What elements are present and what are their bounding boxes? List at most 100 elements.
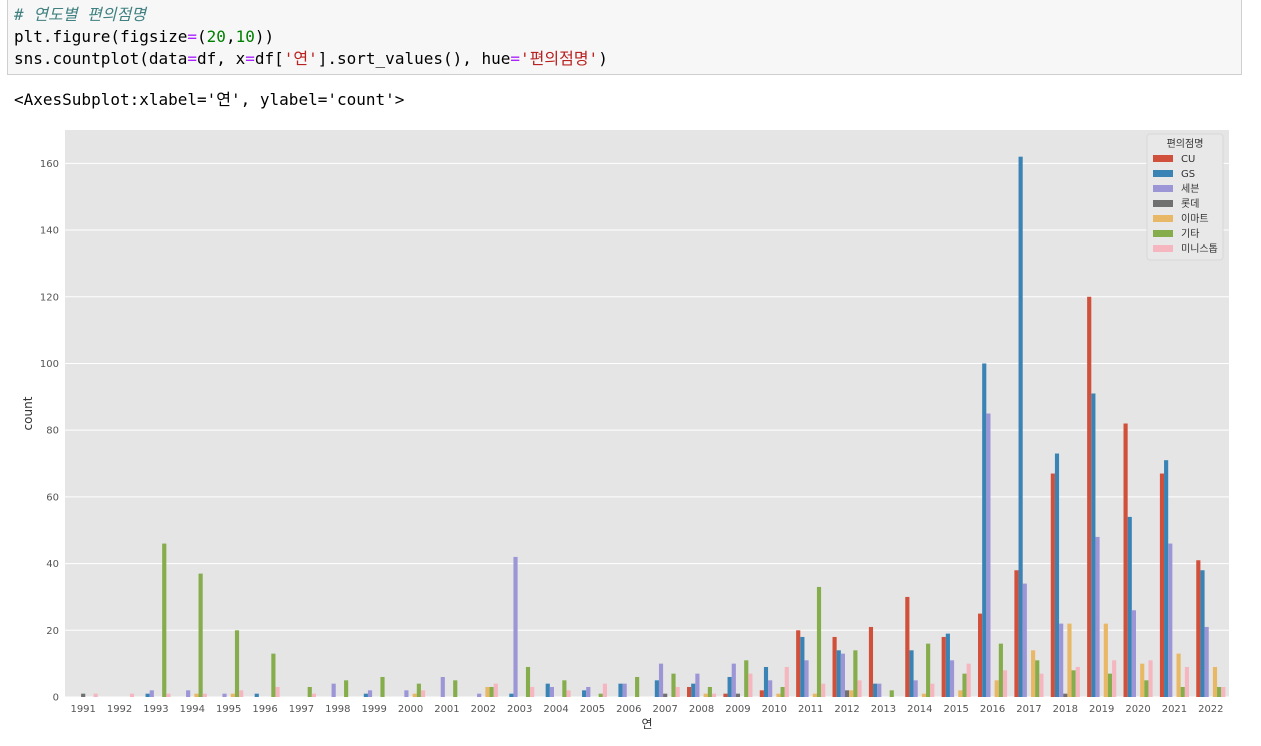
bar-세븐-2009 xyxy=(731,663,736,697)
bar-세븐-2017 xyxy=(1022,583,1027,697)
bar-GS-2007 xyxy=(654,680,659,697)
bar-미니스톱-2005 xyxy=(602,683,607,697)
legend-label-미니스톱: 미니스톱 xyxy=(1181,243,1218,255)
y-tick-label: 140 xyxy=(40,226,59,237)
bar-세븐-2011 xyxy=(804,660,809,697)
y-tick-label: 40 xyxy=(46,559,59,570)
bar-CU-2017 xyxy=(1014,570,1019,697)
code-line-figure: plt.figure(figsize=(20,10)) xyxy=(14,27,275,46)
bar-이마트-2021 xyxy=(1176,653,1181,697)
bar-CU-2009 xyxy=(723,693,728,697)
bar-기타-2005 xyxy=(598,693,603,697)
legend-title: 편의점명 xyxy=(1167,138,1204,150)
bar-CU-2008 xyxy=(687,686,692,697)
legend-label-세븐: 세븐 xyxy=(1181,183,1199,195)
x-tick-label: 1994 xyxy=(180,704,205,715)
y-tick-label: 0 xyxy=(53,693,59,704)
bar-세븐-2021 xyxy=(1168,543,1173,697)
legend-swatch-이마트 xyxy=(1153,215,1173,222)
bar-GS-2008 xyxy=(691,683,696,697)
bar-이마트-2016 xyxy=(994,680,999,697)
x-tick-label: 2015 xyxy=(943,704,968,715)
bar-롯데-2007 xyxy=(663,693,668,697)
bar-GS-2003 xyxy=(509,693,514,697)
bar-세븐-2022 xyxy=(1204,626,1209,697)
y-tick-label: 100 xyxy=(40,359,59,370)
bar-세븐-1993 xyxy=(149,690,154,697)
x-tick-label: 2004 xyxy=(543,704,568,715)
bar-이마트-2012 xyxy=(849,690,854,697)
bar-기타-1996 xyxy=(271,653,276,697)
bar-미니스톱-2008 xyxy=(711,693,717,697)
bar-기타-1997 xyxy=(307,686,312,697)
bar-기타-2008 xyxy=(707,686,712,697)
bar-기타-1993 xyxy=(162,543,167,697)
bar-기타-2019 xyxy=(1107,673,1113,697)
bar-기타-2001 xyxy=(453,680,458,697)
y-axis-label: count xyxy=(21,396,35,430)
x-tick-label: 1993 xyxy=(143,704,168,715)
bar-GS-2022 xyxy=(1200,570,1205,697)
bar-이마트-2011 xyxy=(812,693,817,697)
bar-미니스톱-2002 xyxy=(493,683,498,697)
output-text: <AxesSubplot:xlabel='연', ylabel='count'> xyxy=(14,90,405,109)
x-tick-label: 2012 xyxy=(834,704,859,715)
bar-세븐-2010 xyxy=(768,680,773,697)
bar-GS-2004 xyxy=(545,683,550,697)
bar-기타-2007 xyxy=(671,673,676,697)
bar-기타-2013 xyxy=(889,690,894,697)
bar-세븐-2019 xyxy=(1095,536,1100,697)
legend-swatch-GS xyxy=(1153,170,1173,177)
bar-롯데-2012 xyxy=(844,690,850,697)
bar-CU-2019 xyxy=(1087,296,1092,697)
bar-CU-2013 xyxy=(868,626,874,697)
bar-GS-2010 xyxy=(763,666,769,697)
x-tick-label: 2011 xyxy=(798,704,823,715)
bar-기타-2021 xyxy=(1180,686,1185,697)
bar-롯데-1991 xyxy=(81,693,86,697)
x-tick-label: 1991 xyxy=(70,704,95,715)
bar-CU-2016 xyxy=(978,613,983,697)
legend-label-롯데: 롯데 xyxy=(1181,198,1199,210)
bar-세븐-2002 xyxy=(477,693,482,697)
y-ticks: 0 20 40 60 80 100 120 140 160 xyxy=(40,159,59,704)
bar-세븐-2013 xyxy=(877,683,882,697)
bar-이마트-1995 xyxy=(230,693,235,697)
legend-swatch-CU xyxy=(1153,155,1173,162)
legend-swatch-롯데 xyxy=(1153,200,1173,207)
bar-미니스톱-1993 xyxy=(166,693,171,697)
bar-이마트-2014 xyxy=(921,693,927,697)
code-cell[interactable]: # 연도별 편의점명 plt.figure(figsize=(20,10)) s… xyxy=(7,0,1242,75)
countplot-chart: 020406080100120140160 1991 1992 1993 1994 19… xyxy=(21,130,1229,731)
bar-CU-2022 xyxy=(1196,560,1201,697)
bar-GS-2016 xyxy=(982,363,987,697)
legend: 편의점명 CU GS 세븐롯데이마트기타미니스톱 xyxy=(1146,133,1224,261)
bar-CU-2015 xyxy=(941,636,946,697)
bar-기타-2014 xyxy=(926,643,931,697)
bar-기타-2016 xyxy=(998,643,1003,697)
bar-기타-2017 xyxy=(1035,660,1040,697)
bar-세븐-2006 xyxy=(622,683,627,697)
bar-GS-1996 xyxy=(254,693,259,697)
bar-이마트-2015 xyxy=(958,690,963,697)
bar-GS-2006 xyxy=(618,683,623,697)
x-tick-label: 2010 xyxy=(762,704,787,715)
x-tick-label: 1999 xyxy=(361,704,386,715)
x-tick-label: 1995 xyxy=(216,704,241,715)
x-tick-label: 2016 xyxy=(980,704,1005,715)
bar-세븐-2003 xyxy=(513,556,518,697)
bar-미니스톱-2016 xyxy=(1002,670,1008,697)
bar-GS-2019 xyxy=(1091,393,1096,697)
bar-GS-2021 xyxy=(1164,460,1169,697)
bar-GS-2012 xyxy=(836,650,841,697)
bar-미니스톱-2017 xyxy=(1039,673,1044,697)
bar-GS-2018 xyxy=(1054,453,1060,697)
bar-미니스톱-1992 xyxy=(129,693,135,697)
bar-미니스톱-2012 xyxy=(857,680,862,697)
bar-세븐-2001 xyxy=(440,676,445,697)
bar-GS-2009 xyxy=(727,676,732,697)
bar-CU-2020 xyxy=(1123,423,1128,697)
bar-기타-2015 xyxy=(962,673,967,697)
bar-기타-2003 xyxy=(525,666,531,697)
legend-label-기타: 기타 xyxy=(1181,228,1199,240)
